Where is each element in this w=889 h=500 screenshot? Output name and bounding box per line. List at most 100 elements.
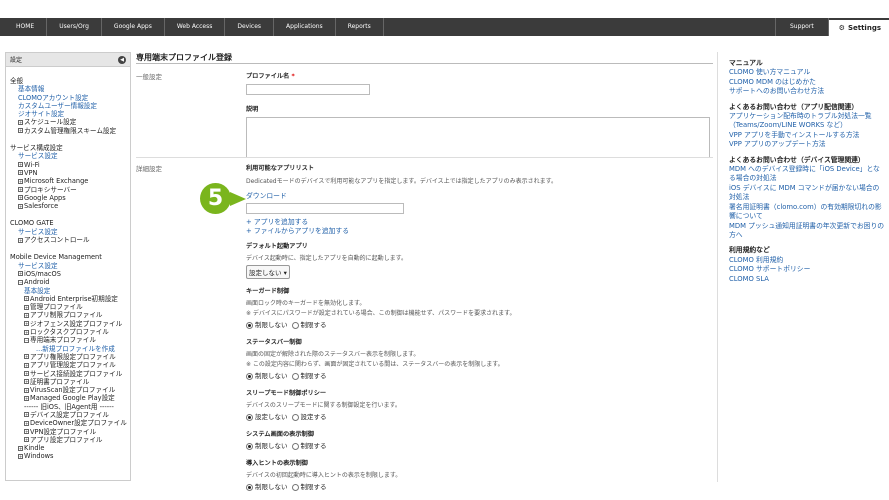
- expand-icon[interactable]: +: [24, 412, 29, 418]
- expand-icon[interactable]: +: [18, 195, 23, 201]
- expand-icon[interactable]: +: [24, 321, 29, 327]
- keyguard-option-limit[interactable]: 制限する: [291, 319, 327, 329]
- expand-icon[interactable]: +: [18, 119, 23, 125]
- sidebar-item-vpn-profile[interactable]: + VPN設定プロファイル: [10, 428, 126, 436]
- sidebar-item-geofence[interactable]: + ジオフェンス設定プロファイル: [10, 320, 126, 328]
- sidebar-item-ae-init[interactable]: + Android Enterprise初期設定: [10, 295, 126, 303]
- sidebar-item-custom-permission[interactable]: + カスタム管理権限スキーム設定: [10, 127, 126, 135]
- sidebar-link-android-basic[interactable]: 基本設定: [10, 287, 126, 295]
- help-link-cert-expiry[interactable]: 署名用証明書（clomo.com）の有効期限切れの影響について: [729, 203, 885, 222]
- expand-icon[interactable]: +: [18, 162, 23, 168]
- collapse-icon[interactable]: −: [18, 279, 23, 285]
- help-link-mdm-command[interactable]: iOS デバイスに MDM コマンドが届かない場合の対処法: [729, 184, 885, 203]
- expand-icon[interactable]: +: [24, 304, 29, 310]
- help-link-app-troubleshoot[interactable]: アプリケーション配布時のトラブル対処法一覧（Teams/Zoom/LINE WO…: [729, 112, 885, 131]
- sidebar-item-exchange[interactable]: + Microsoft Exchange: [10, 177, 126, 185]
- sidebar-item-app-settings[interactable]: + アプリ設定プロファイル: [10, 436, 126, 444]
- expand-icon[interactable]: +: [18, 237, 23, 243]
- intro-option-no-limit[interactable]: 制限しない: [246, 481, 288, 491]
- sidebar-item-windows[interactable]: + Windows: [10, 452, 126, 460]
- expand-icon[interactable]: +: [24, 387, 29, 393]
- sidebar-item-android[interactable]: − Android: [10, 278, 126, 286]
- sleep-option-no-set[interactable]: 設定しない: [246, 411, 288, 421]
- sidebar-link-new-profile[interactable]: ...新規プロファイルを作成: [10, 345, 126, 353]
- sidebar-item-app-restriction[interactable]: + アプリ制限プロファイル: [10, 311, 126, 319]
- help-link-vpp-install[interactable]: VPP アプリを手動でインストールする方法: [729, 131, 885, 140]
- help-link-getting-started[interactable]: CLOMO MDM のはじめかた: [729, 78, 885, 87]
- add-app-from-file-link[interactable]: + ファイルからアプリを追加する: [246, 227, 711, 236]
- expand-icon[interactable]: +: [18, 203, 23, 209]
- help-link-vpp-update[interactable]: VPP アプリのアップデート方法: [729, 140, 885, 149]
- help-link-ios-device[interactable]: MDM へのデバイス登録時に「iOS Device」となる場合の対処法: [729, 165, 885, 184]
- sidebar-item-wifi[interactable]: + Wi-Fi: [10, 161, 126, 169]
- nav-support[interactable]: Support: [774, 18, 829, 36]
- statusbar-option-no-limit[interactable]: 制限しない: [246, 370, 288, 380]
- expand-icon[interactable]: +: [18, 271, 23, 277]
- system-option-limit[interactable]: 制限する: [291, 440, 327, 450]
- sidebar-link-clomo-account[interactable]: CLOMOアカウント設定: [10, 94, 126, 102]
- expand-icon[interactable]: +: [24, 296, 29, 302]
- expand-icon[interactable]: +: [24, 395, 29, 401]
- statusbar-option-limit[interactable]: 制限する: [291, 370, 327, 380]
- expand-icon[interactable]: +: [18, 187, 23, 193]
- expand-icon[interactable]: +: [24, 371, 29, 376]
- collapse-icon[interactable]: −: [24, 337, 29, 343]
- expand-icon[interactable]: +: [18, 178, 23, 184]
- sidebar-link-gate-service[interactable]: サービス設定: [10, 228, 126, 236]
- nav-settings[interactable]: ⚙ Settings: [828, 18, 889, 36]
- sidebar-item-schedule[interactable]: + スケジュール設定: [10, 118, 126, 126]
- sidebar-item-proxy[interactable]: + プロキシサーバー: [10, 186, 126, 194]
- expand-icon[interactable]: +: [24, 354, 29, 360]
- expand-icon[interactable]: +: [24, 420, 29, 426]
- sidebar-item-google-apps[interactable]: + Google Apps: [10, 194, 126, 202]
- description-textarea[interactable]: [246, 117, 710, 158]
- sidebar-item-salesforce[interactable]: + Salesforce: [10, 202, 126, 210]
- help-link-sla[interactable]: CLOMO SLA: [729, 275, 885, 284]
- expand-icon[interactable]: +: [18, 170, 23, 176]
- expand-icon[interactable]: +: [18, 445, 23, 451]
- nav-users-org[interactable]: Users/Org: [47, 18, 102, 36]
- system-option-no-limit[interactable]: 制限しない: [246, 440, 288, 450]
- collapse-sidebar-icon[interactable]: ◀: [118, 55, 126, 64]
- nav-home[interactable]: HOME: [0, 18, 48, 36]
- sidebar-item-managed-play[interactable]: + Managed Google Play設定: [10, 394, 126, 402]
- expand-icon[interactable]: +: [24, 312, 29, 318]
- sidebar-item-app-config[interactable]: + アプリ管理設定プロファイル: [10, 361, 126, 369]
- help-link-support-policy[interactable]: CLOMO サポートポリシー: [729, 265, 885, 274]
- intro-option-limit[interactable]: 制限する: [291, 481, 327, 491]
- add-app-link[interactable]: + アプリを追加する: [246, 218, 711, 227]
- sidebar-item-kindle[interactable]: + Kindle: [10, 444, 126, 452]
- sidebar-item-app-permission[interactable]: + アプリ権限設定プロファイル: [10, 353, 126, 361]
- sidebar-item-vpn[interactable]: + VPN: [10, 169, 126, 177]
- download-link[interactable]: ダウンロード: [246, 190, 711, 200]
- help-link-manual[interactable]: CLOMO 使い方マニュアル: [729, 68, 885, 77]
- keyguard-option-no-limit[interactable]: 制限しない: [246, 319, 288, 329]
- help-link-terms[interactable]: CLOMO 利用規約: [729, 256, 885, 265]
- expand-icon[interactable]: +: [24, 329, 29, 335]
- sidebar-item-ios[interactable]: + iOS/macOS: [10, 270, 126, 278]
- sidebar-item-service-connection[interactable]: + サービス接続設定プロファイル: [10, 370, 126, 378]
- sidebar-link-basic-info[interactable]: 基本情報: [10, 85, 126, 93]
- expand-icon[interactable]: +: [24, 379, 29, 385]
- sidebar-item-dedicated-device[interactable]: − 専用端末プロファイル: [10, 336, 126, 344]
- help-link-support-contact[interactable]: サポートへのお問い合わせ方法: [729, 87, 885, 96]
- sleep-option-set[interactable]: 設定する: [291, 411, 327, 421]
- nav-web-access[interactable]: Web Access: [165, 18, 226, 36]
- sidebar-link-mdm-service[interactable]: サービス設定: [10, 262, 126, 270]
- nav-devices[interactable]: Devices: [225, 18, 275, 36]
- nav-reports[interactable]: Reports: [336, 18, 384, 36]
- app-list-input[interactable]: [246, 203, 404, 214]
- expand-icon[interactable]: +: [24, 437, 29, 443]
- expand-icon[interactable]: +: [24, 362, 29, 368]
- sidebar-item-access-control[interactable]: + アクセスコントロール: [10, 236, 126, 244]
- sidebar-item-device-owner[interactable]: + DeviceOwner設定プロファイル: [10, 419, 127, 427]
- sidebar-item-certificate[interactable]: + 証明書プロファイル: [10, 378, 126, 386]
- nav-google-apps[interactable]: Google Apps: [102, 18, 165, 36]
- expand-icon[interactable]: +: [24, 429, 29, 435]
- expand-icon[interactable]: +: [18, 128, 23, 134]
- default-app-select[interactable]: 設定しない ▾: [246, 265, 290, 279]
- help-link-push-cert[interactable]: MDM プッシュ通知用証明書の年次更新でお困りの方へ: [729, 222, 885, 241]
- sidebar-link-custom-user-info[interactable]: カスタムユーザー情報設定: [10, 102, 126, 110]
- nav-applications[interactable]: Applications: [274, 18, 336, 36]
- sidebar-link-service-settings[interactable]: サービス設定: [10, 152, 126, 160]
